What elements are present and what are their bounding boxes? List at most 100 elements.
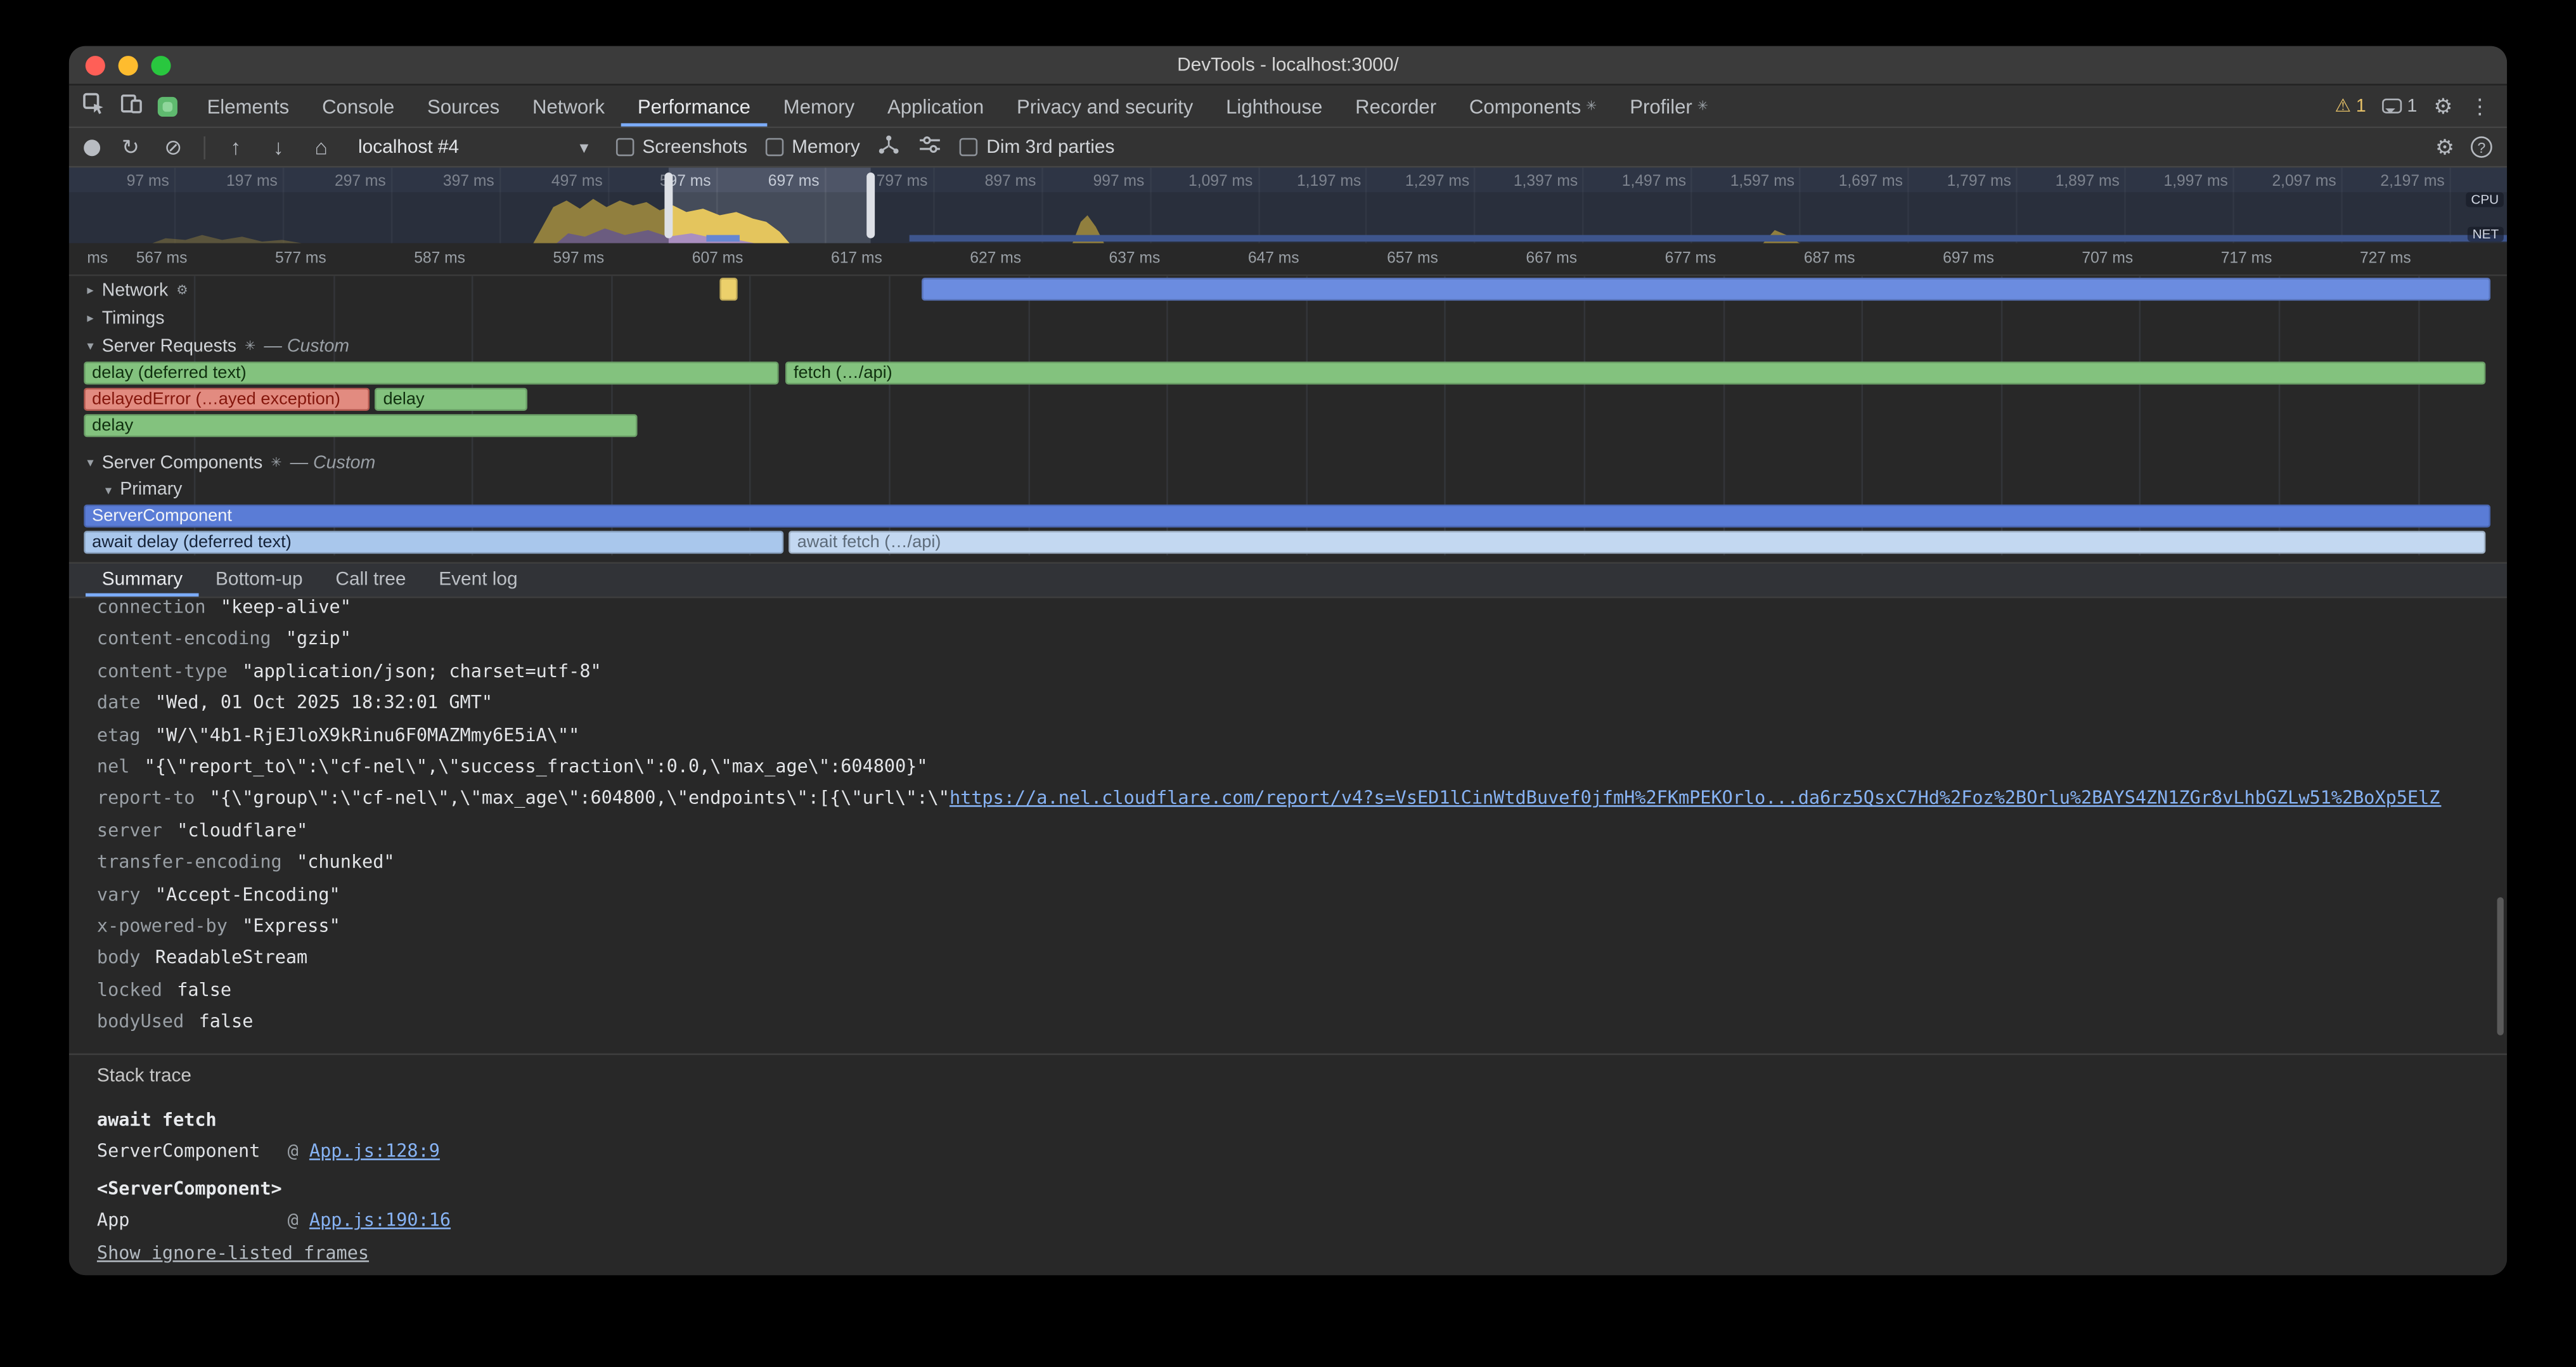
header-key: date: [97, 692, 141, 714]
kebab-menu-icon[interactable]: ⋮: [2469, 95, 2490, 117]
record-button[interactable]: [84, 139, 100, 155]
tab-privacy-and-security[interactable]: Privacy and security: [1000, 86, 1209, 127]
live-metrics-home-icon[interactable]: ⌂: [309, 136, 333, 158]
details-tab-bar: SummaryBottom-upCall treeEvent log: [69, 562, 2507, 598]
stack-frame-source-link[interactable]: App.js:128:9: [309, 1141, 440, 1162]
subgroup-header-primary[interactable]: ▾Primary: [84, 477, 2490, 503]
header-row: report-to"{\"group\":\"cf-nel\",\"max_ag…: [97, 783, 2441, 815]
flame-bar[interactable]: delay: [84, 414, 637, 437]
summary-scrollbar-thumb[interactable]: [2497, 897, 2504, 1035]
warnings-indicator[interactable]: ⚠ 1: [2335, 95, 2366, 117]
tab-application[interactable]: Application: [871, 86, 1000, 127]
ruler-tick-label: 667 ms: [1526, 250, 1577, 268]
tab-memory[interactable]: Memory: [767, 86, 871, 127]
tab-components[interactable]: Components✳: [1453, 86, 1613, 127]
history-dropdown[interactable]: localhost #4 ▼: [352, 134, 598, 160]
tab-sources[interactable]: Sources: [411, 86, 516, 127]
flame-bar[interactable]: fetch (…/api): [785, 361, 2486, 384]
header-value: ReadableStream: [155, 947, 307, 969]
selection-handle-right[interactable]: [867, 172, 875, 238]
screen: DevTools - localhost:3000/ ElementsConso…: [0, 0, 2576, 1367]
clear-icon[interactable]: ⊘: [161, 136, 186, 158]
tab-event-log[interactable]: Event log: [422, 564, 534, 597]
group-suffix: — Custom: [290, 453, 376, 472]
tab-elements[interactable]: Elements: [191, 86, 306, 127]
tab-label: Performance: [638, 94, 750, 117]
memory-checkbox[interactable]: Memory: [766, 137, 860, 157]
track-name[interactable]: Timings: [102, 308, 165, 328]
ruler-tick-label: 587 ms: [414, 250, 465, 268]
network-conditions-icon[interactable]: [878, 133, 901, 161]
header-key: content-encoding: [97, 628, 271, 650]
load-profile-icon[interactable]: ↑: [223, 136, 248, 158]
header-key: locked: [97, 979, 162, 1001]
capture-settings-gear-icon[interactable]: ⚙: [2435, 136, 2454, 158]
ruler-tick-label: 647 ms: [1248, 250, 1299, 268]
net-lane-badge: NET: [2468, 227, 2504, 242]
stack-frame-source-link[interactable]: App.js:190:16: [309, 1210, 451, 1231]
extension-icon[interactable]: [158, 96, 177, 116]
tab-bottom-up[interactable]: Bottom-up: [199, 564, 319, 597]
stack-frame: App@ App.js:190:16: [97, 1205, 2441, 1237]
ruler-tick-label: 637 ms: [1109, 250, 1161, 268]
flame-bar[interactable]: await delay (deferred text): [84, 531, 784, 554]
tab-call-tree[interactable]: Call tree: [319, 564, 422, 597]
stack-frame-function: ServerComponent: [97, 1136, 288, 1168]
dim-3rd-parties-checkbox[interactable]: Dim 3rd parties: [960, 137, 1115, 157]
inspect-element-icon[interactable]: [82, 92, 105, 120]
ruler-tick-label: 727 ms: [2360, 250, 2411, 268]
header-row: connection"keep-alive": [97, 598, 2441, 623]
track-name[interactable]: Network: [102, 280, 169, 300]
report-to-url-link[interactable]: https://a.nel.cloudflare.com/report/v4?s…: [950, 788, 2441, 810]
screenshots-checkbox[interactable]: Screenshots: [616, 137, 747, 157]
close-button[interactable]: [86, 56, 105, 75]
throttling-tune-icon[interactable]: [919, 133, 942, 161]
header-row: etag"W/\"4b1-RjEJloX9kRinu6F0MAZMmy6E5iA…: [97, 719, 2441, 751]
collapse-arrow-icon[interactable]: ▾: [87, 339, 93, 353]
header-value: "cloudflare": [177, 820, 307, 841]
collapse-arrow-icon[interactable]: ▾: [105, 483, 112, 497]
tab-profiler[interactable]: Profiler✳: [1613, 86, 1725, 127]
tab-lighthouse[interactable]: Lighthouse: [1209, 86, 1339, 127]
detail-ruler: ms 567 ms577 ms587 ms597 ms607 ms617 ms6…: [69, 243, 2507, 276]
flame-bar[interactable]: await fetch (…/api): [789, 531, 2486, 554]
collapse-arrow-icon[interactable]: ▾: [87, 455, 93, 470]
flame-bar[interactable]: [719, 278, 738, 301]
tab-recorder[interactable]: Recorder: [1339, 86, 1453, 127]
flame-bar-row: delay: [84, 413, 2490, 439]
record-and-reload-icon[interactable]: ↻: [119, 136, 143, 158]
collapse-arrow-icon[interactable]: ▸: [87, 283, 93, 297]
tab-performance[interactable]: Performance: [621, 86, 767, 127]
zoom-button[interactable]: [151, 56, 171, 75]
ruler-tick-label: 597 ms: [553, 250, 605, 268]
collapse-arrow-icon[interactable]: ▸: [87, 311, 93, 325]
header-value: false: [199, 1011, 254, 1033]
tab-network[interactable]: Network: [516, 86, 621, 127]
settings-gear-icon[interactable]: ⚙: [2433, 95, 2452, 117]
flame-bar[interactable]: delay (deferred text): [84, 361, 779, 384]
issues-indicator[interactable]: 1: [2383, 96, 2418, 116]
help-icon[interactable]: ?: [2471, 136, 2492, 158]
save-profile-icon[interactable]: ↓: [266, 136, 291, 158]
ruler-tick-label: 687 ms: [1804, 250, 1855, 268]
show-ignore-listed-frames-link[interactable]: Show ignore-listed frames: [97, 1242, 369, 1264]
track-config-icon[interactable]: ⚙: [176, 283, 188, 297]
device-toolbar-icon[interactable]: [120, 92, 143, 120]
tab-console[interactable]: Console: [306, 86, 411, 127]
timeline-overview[interactable]: CPU NET 97 ms197 ms297 ms397 ms497 ms597…: [69, 167, 2507, 243]
stack-trace: await fetchServerComponent@ App.js:128:9…: [97, 1104, 2441, 1237]
group-header-server-components[interactable]: ▾Server Components✳— Custom: [84, 449, 2490, 477]
minimize-button[interactable]: [119, 56, 138, 75]
selection-handle-left[interactable]: [665, 172, 673, 238]
header-value: "chunked": [297, 852, 394, 873]
flame-bar[interactable]: delay: [375, 388, 528, 411]
overview-selection-window[interactable]: [669, 167, 871, 243]
flame-bar[interactable]: [922, 278, 2491, 301]
track-config-icon[interactable]: ✳: [271, 455, 281, 470]
flame-bar[interactable]: delayedError (…ayed exception): [84, 388, 370, 411]
ruler-tick-label: 577 ms: [275, 250, 326, 268]
tab-summary[interactable]: Summary: [86, 564, 199, 597]
group-header-server-requests[interactable]: ▾Server Requests✳— Custom: [84, 332, 2490, 360]
track-config-icon[interactable]: ✳: [245, 339, 255, 353]
flame-bar[interactable]: ServerComponent: [84, 505, 2490, 528]
